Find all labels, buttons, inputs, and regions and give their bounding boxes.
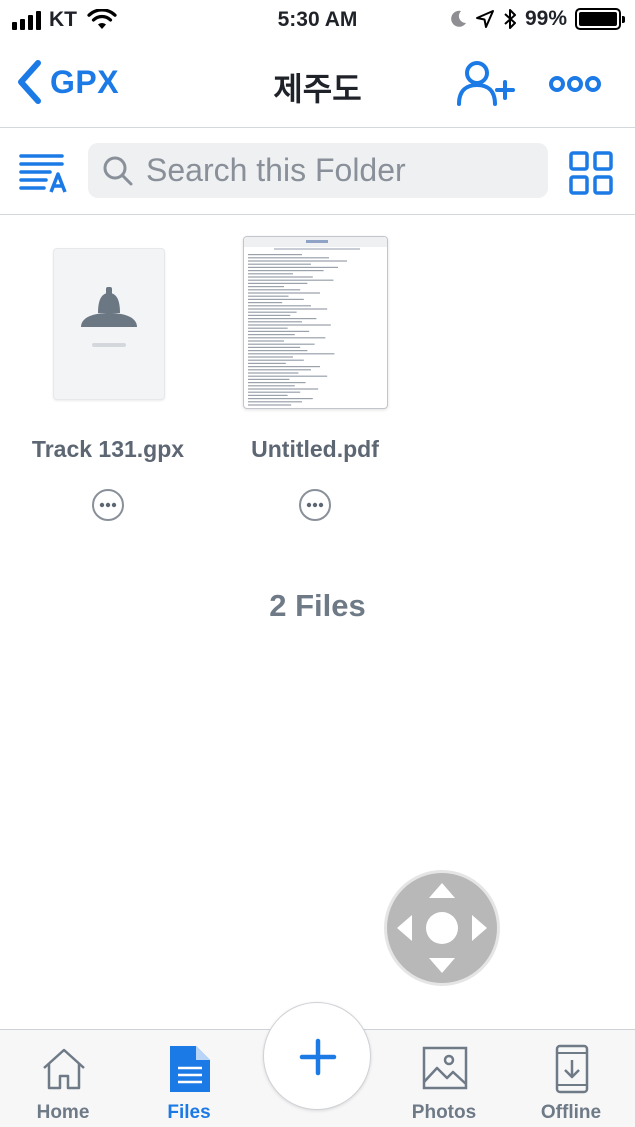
files-count: 2 Files (269, 588, 366, 623)
battery-icon (575, 8, 625, 30)
more-icon (99, 502, 117, 508)
pdf-text-line (248, 305, 311, 307)
pdf-text-line (248, 346, 301, 348)
moon-icon (451, 10, 466, 27)
pdf-text-line (248, 337, 326, 339)
pdf-text-line (248, 404, 292, 406)
search-bar[interactable] (88, 143, 548, 198)
file-options-button[interactable] (299, 489, 331, 521)
file-thumbnail (53, 248, 165, 400)
pdf-text-line (248, 388, 319, 390)
pdf-text-line (248, 257, 329, 259)
pdf-text-line (248, 314, 291, 316)
pdf-text-line (248, 353, 335, 355)
file-name: Track 131.gpx (31, 436, 185, 462)
pdf-text-line (248, 398, 313, 400)
toolbar (0, 128, 635, 215)
pdf-preview-lines (244, 237, 387, 406)
photos-icon (422, 1046, 468, 1090)
search-icon (103, 156, 133, 185)
pdf-text-line (248, 308, 328, 310)
tab-files[interactable]: Files (134, 1030, 244, 1127)
pdf-text-line (248, 279, 334, 281)
pdf-text-line (248, 343, 315, 345)
pdf-text-line (248, 318, 317, 320)
pdf-text-line (248, 359, 304, 361)
pdf-text-line (248, 289, 301, 291)
pdf-text-line (248, 302, 283, 304)
pdf-text-line (248, 327, 288, 329)
pdf-text-line (248, 391, 301, 393)
status-bar: KT 5:30 AM 99% (0, 0, 635, 40)
pdf-text-line (248, 372, 299, 374)
pdf-text-line (248, 350, 308, 352)
pdf-text-line (248, 330, 310, 332)
back-label: GPX (50, 63, 120, 100)
pdf-text-line (248, 382, 306, 384)
pdf-text-line (248, 394, 288, 396)
gpx-file-icon (81, 287, 137, 347)
grid-view-icon[interactable] (568, 150, 614, 196)
pdf-preview (243, 236, 388, 409)
navigation-bar: GPX 제주도 (0, 40, 635, 128)
pdf-text-line (248, 286, 284, 288)
battery-percent: 99% (524, 7, 567, 30)
pdf-text-line (248, 321, 302, 323)
pdf-text-line (248, 266, 338, 268)
tab-label: Offline (540, 1102, 602, 1123)
add-button[interactable] (263, 1002, 371, 1110)
tab-label: Photos (411, 1102, 477, 1123)
pdf-text-line (248, 311, 297, 313)
sort-icon[interactable] (18, 150, 70, 194)
pdf-text-line (248, 276, 313, 278)
pdf-text-line (248, 298, 304, 300)
pdf-text-line (248, 385, 295, 387)
chevron-left-icon (18, 60, 41, 104)
back-button[interactable]: GPX (16, 58, 119, 106)
pdf-text-line (248, 334, 295, 336)
pdf-text-line (248, 375, 328, 377)
files-icon (170, 1046, 210, 1092)
bluetooth-icon (504, 9, 516, 29)
file-name: Untitled.pdf (251, 436, 379, 462)
more-icon (306, 502, 324, 508)
pdf-text-line (248, 356, 293, 358)
offline-icon (555, 1044, 589, 1094)
pdf-text-line (248, 378, 290, 380)
pdf-text-line (248, 273, 293, 275)
tab-photos[interactable]: Photos (389, 1030, 499, 1127)
pdf-text-line (248, 295, 289, 297)
pdf-text-line (248, 401, 302, 403)
tab-offline[interactable]: Offline (516, 1030, 626, 1127)
add-person-icon[interactable] (455, 60, 519, 108)
pdf-text-line (248, 282, 308, 284)
pdf-text-line (248, 270, 324, 272)
pdf-text-line (248, 263, 311, 265)
pdf-text-line (248, 369, 311, 371)
pdf-text-line (248, 340, 284, 342)
pdf-text-line (248, 324, 331, 326)
file-options-button[interactable] (92, 489, 124, 521)
tab-label: Files (167, 1102, 211, 1123)
pdf-text-line (248, 260, 347, 262)
location-icon (475, 10, 494, 28)
pdf-text-line (248, 362, 286, 364)
tab-label: Home (36, 1102, 90, 1123)
assistive-touch-button[interactable] (384, 870, 500, 986)
pdf-text-line (248, 366, 320, 368)
pdf-text-line (248, 292, 320, 294)
more-icon[interactable] (545, 68, 605, 100)
home-icon (43, 1048, 85, 1090)
plus-icon (299, 1038, 337, 1076)
directional-pad-icon (397, 883, 487, 973)
pdf-text-line (248, 254, 302, 256)
tab-home[interactable]: Home (8, 1030, 118, 1127)
search-input[interactable] (146, 152, 536, 189)
